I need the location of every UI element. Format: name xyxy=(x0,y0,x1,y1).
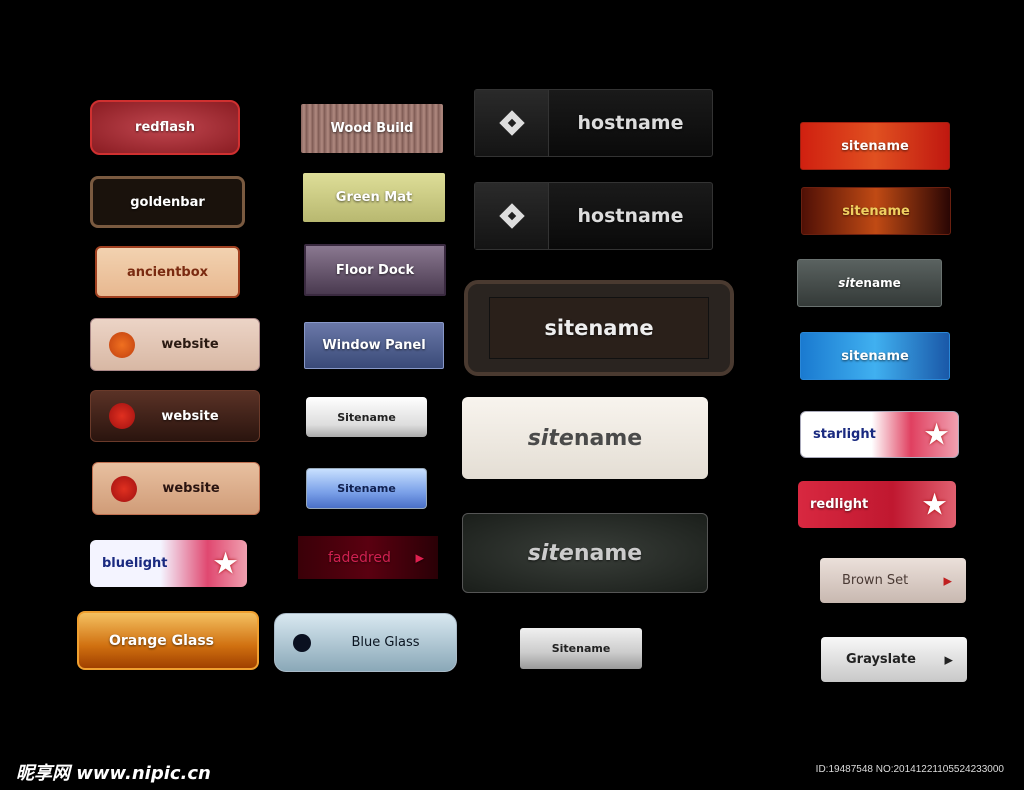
button-blue-glass[interactable]: Blue Glass xyxy=(274,613,457,672)
image-id-text: ID:19487548 NO:20141221105524233000 xyxy=(815,764,1004,775)
button-hostname[interactable]: hostname xyxy=(474,182,713,250)
button-label: sitename xyxy=(489,297,709,359)
button-label: website xyxy=(162,481,220,496)
dot-icon xyxy=(293,633,311,652)
button-wood-build[interactable]: Wood Build xyxy=(301,104,443,153)
button-label: sitename xyxy=(838,276,900,290)
button-label: redflash xyxy=(135,120,195,135)
button-sitename[interactable]: Sitename xyxy=(306,468,427,509)
button-label: Blue Glass xyxy=(351,635,420,650)
button-window-panel[interactable]: Window Panel xyxy=(304,322,444,369)
arrow-icon: ▶ xyxy=(943,574,952,587)
diamond-icon xyxy=(475,90,549,156)
button-label: Sitename xyxy=(551,642,611,655)
button-goldenbar[interactable]: goldenbar xyxy=(90,176,245,228)
button-label: sitename xyxy=(841,348,909,364)
button-label: sitename xyxy=(842,203,910,219)
button-website[interactable]: website xyxy=(90,390,260,442)
star-icon: ★ xyxy=(212,546,239,581)
button-sitename[interactable]: sitename xyxy=(797,259,942,307)
button-label: sitename xyxy=(528,426,642,451)
button-sitename[interactable]: Sitename xyxy=(520,628,642,669)
label-suffix: name xyxy=(573,540,643,566)
button-ancientbox[interactable]: ancientbox xyxy=(95,246,240,298)
arrow-icon: ▶ xyxy=(415,551,424,564)
button-sitename[interactable]: sitename xyxy=(800,332,950,380)
button-fadedred[interactable]: ▶ fadedred xyxy=(298,536,438,579)
label-prefix: site xyxy=(527,425,574,451)
button-floor-dock[interactable]: Floor Dock xyxy=(304,244,446,296)
button-sitename[interactable]: sitename xyxy=(464,280,734,376)
button-label: redlight xyxy=(810,497,869,512)
button-redlight[interactable]: ★ redlight xyxy=(798,481,956,528)
button-label: goldenbar xyxy=(130,194,205,210)
button-label: website xyxy=(161,337,219,352)
button-label: hostname xyxy=(577,112,684,134)
arrow-icon: ▶ xyxy=(944,653,953,666)
button-label: Green Mat xyxy=(335,190,413,205)
button-sitename[interactable]: sitename xyxy=(462,513,708,593)
button-label: bluelight xyxy=(102,556,168,571)
button-redflash[interactable]: redflash xyxy=(90,100,240,155)
button-label: Wood Build xyxy=(330,121,414,136)
button-sitename[interactable]: sitename xyxy=(800,122,950,170)
label-suffix: name xyxy=(573,425,643,451)
button-brown-set[interactable]: ▶ Brown Set xyxy=(820,558,966,603)
star-icon: ★ xyxy=(921,487,948,522)
button-website[interactable]: website xyxy=(92,462,260,515)
button-label: ancientbox xyxy=(126,264,209,280)
button-label: Brown Set xyxy=(842,573,909,588)
dot-icon xyxy=(111,475,137,502)
diamond-icon xyxy=(475,183,549,249)
button-grayslate[interactable]: ▶ Grayslate xyxy=(821,637,967,682)
button-label: sitename xyxy=(528,541,642,566)
star-icon: ★ xyxy=(923,417,950,452)
button-green-mat[interactable]: Green Mat xyxy=(303,173,445,222)
button-sitename[interactable]: Sitename xyxy=(306,397,427,437)
button-label: Sitename xyxy=(337,482,396,495)
label-prefix: site xyxy=(838,276,864,290)
button-orange-glass[interactable]: Orange Glass xyxy=(77,611,259,670)
dot-icon xyxy=(109,403,135,429)
button-label: Sitename xyxy=(337,410,396,424)
button-label: Orange Glass xyxy=(109,632,215,649)
watermark-logo: 昵享网 www.nipic.cn xyxy=(16,763,211,784)
button-label: Window Panel xyxy=(322,338,426,353)
button-hostname[interactable]: hostname xyxy=(474,89,713,157)
button-bluelight[interactable]: ★ bluelight xyxy=(90,540,247,587)
button-label: Floor Dock xyxy=(335,262,415,278)
button-label: starlight xyxy=(813,427,876,442)
button-sitename[interactable]: sitename xyxy=(462,397,708,479)
button-label: website xyxy=(161,408,219,424)
label-suffix: name xyxy=(863,276,901,290)
button-label: sitename xyxy=(841,138,909,154)
button-starlight[interactable]: ★ starlight xyxy=(800,411,959,458)
button-label: fadedred xyxy=(328,549,391,566)
button-website[interactable]: website xyxy=(90,318,260,371)
button-sitename[interactable]: sitename xyxy=(801,187,951,235)
label-prefix: site xyxy=(527,540,574,566)
button-label: Grayslate xyxy=(846,652,916,667)
button-label: hostname xyxy=(577,205,684,227)
dot-icon xyxy=(109,331,135,358)
